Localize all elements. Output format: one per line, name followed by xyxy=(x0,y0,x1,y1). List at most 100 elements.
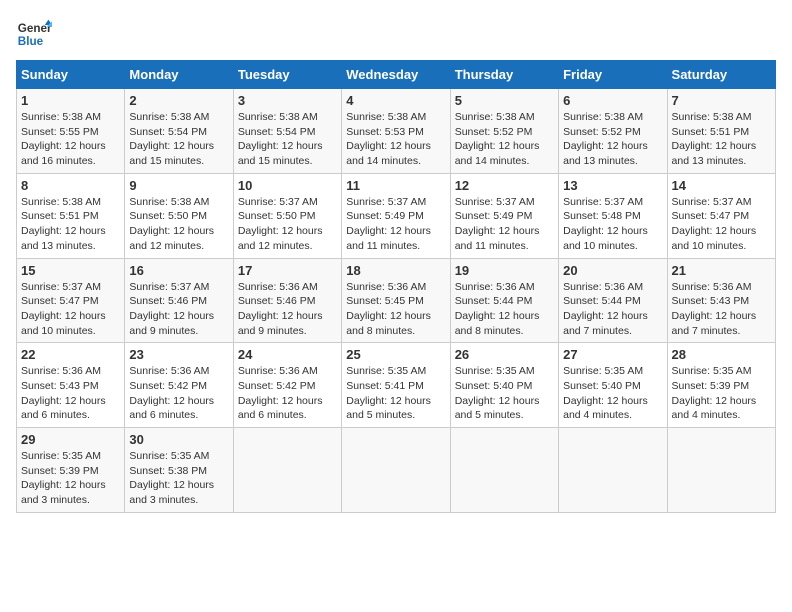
day-info: Sunrise: 5:38 AMSunset: 5:54 PMDaylight:… xyxy=(238,110,337,169)
day-number: 11 xyxy=(346,178,445,193)
calendar-day-cell: 12 Sunrise: 5:37 AMSunset: 5:49 PMDaylig… xyxy=(450,173,558,258)
day-number: 3 xyxy=(238,93,337,108)
calendar-day-cell: 9 Sunrise: 5:38 AMSunset: 5:50 PMDayligh… xyxy=(125,173,233,258)
header-monday: Monday xyxy=(125,61,233,89)
day-info: Sunrise: 5:38 AMSunset: 5:50 PMDaylight:… xyxy=(129,195,228,254)
page-header: General Blue xyxy=(16,16,776,52)
header-saturday: Saturday xyxy=(667,61,775,89)
calendar-header-row: SundayMondayTuesdayWednesdayThursdayFrid… xyxy=(17,61,776,89)
day-number: 8 xyxy=(21,178,120,193)
day-info: Sunrise: 5:37 AMSunset: 5:48 PMDaylight:… xyxy=(563,195,662,254)
day-info: Sunrise: 5:36 AMSunset: 5:46 PMDaylight:… xyxy=(238,280,337,339)
calendar-day-cell: 5 Sunrise: 5:38 AMSunset: 5:52 PMDayligh… xyxy=(450,89,558,174)
day-info: Sunrise: 5:36 AMSunset: 5:45 PMDaylight:… xyxy=(346,280,445,339)
day-number: 21 xyxy=(672,263,771,278)
day-info: Sunrise: 5:37 AMSunset: 5:47 PMDaylight:… xyxy=(21,280,120,339)
day-number: 14 xyxy=(672,178,771,193)
calendar-day-cell: 2 Sunrise: 5:38 AMSunset: 5:54 PMDayligh… xyxy=(125,89,233,174)
day-number: 5 xyxy=(455,93,554,108)
calendar-day-cell: 17 Sunrise: 5:36 AMSunset: 5:46 PMDaylig… xyxy=(233,258,341,343)
day-info: Sunrise: 5:36 AMSunset: 5:44 PMDaylight:… xyxy=(455,280,554,339)
calendar-day-cell xyxy=(342,428,450,513)
day-number: 6 xyxy=(563,93,662,108)
svg-text:Blue: Blue xyxy=(18,35,44,48)
day-number: 4 xyxy=(346,93,445,108)
day-number: 7 xyxy=(672,93,771,108)
day-number: 10 xyxy=(238,178,337,193)
day-number: 30 xyxy=(129,432,228,447)
day-number: 25 xyxy=(346,347,445,362)
day-number: 12 xyxy=(455,178,554,193)
day-info: Sunrise: 5:37 AMSunset: 5:47 PMDaylight:… xyxy=(672,195,771,254)
day-number: 26 xyxy=(455,347,554,362)
day-number: 9 xyxy=(129,178,228,193)
calendar-day-cell: 26 Sunrise: 5:35 AMSunset: 5:40 PMDaylig… xyxy=(450,343,558,428)
calendar-week-row: 29 Sunrise: 5:35 AMSunset: 5:39 PMDaylig… xyxy=(17,428,776,513)
day-info: Sunrise: 5:36 AMSunset: 5:43 PMDaylight:… xyxy=(21,364,120,423)
calendar-day-cell: 7 Sunrise: 5:38 AMSunset: 5:51 PMDayligh… xyxy=(667,89,775,174)
day-info: Sunrise: 5:38 AMSunset: 5:54 PMDaylight:… xyxy=(129,110,228,169)
day-number: 17 xyxy=(238,263,337,278)
day-number: 18 xyxy=(346,263,445,278)
calendar-week-row: 8 Sunrise: 5:38 AMSunset: 5:51 PMDayligh… xyxy=(17,173,776,258)
day-info: Sunrise: 5:38 AMSunset: 5:51 PMDaylight:… xyxy=(21,195,120,254)
header-thursday: Thursday xyxy=(450,61,558,89)
day-info: Sunrise: 5:35 AMSunset: 5:40 PMDaylight:… xyxy=(455,364,554,423)
day-number: 2 xyxy=(129,93,228,108)
calendar-day-cell xyxy=(450,428,558,513)
day-number: 19 xyxy=(455,263,554,278)
calendar-day-cell: 19 Sunrise: 5:36 AMSunset: 5:44 PMDaylig… xyxy=(450,258,558,343)
day-number: 20 xyxy=(563,263,662,278)
logo: General Blue xyxy=(16,16,52,52)
calendar-day-cell: 3 Sunrise: 5:38 AMSunset: 5:54 PMDayligh… xyxy=(233,89,341,174)
calendar-day-cell: 29 Sunrise: 5:35 AMSunset: 5:39 PMDaylig… xyxy=(17,428,125,513)
calendar-day-cell: 16 Sunrise: 5:37 AMSunset: 5:46 PMDaylig… xyxy=(125,258,233,343)
day-number: 28 xyxy=(672,347,771,362)
calendar-day-cell: 20 Sunrise: 5:36 AMSunset: 5:44 PMDaylig… xyxy=(559,258,667,343)
day-number: 27 xyxy=(563,347,662,362)
calendar-week-row: 15 Sunrise: 5:37 AMSunset: 5:47 PMDaylig… xyxy=(17,258,776,343)
calendar-day-cell: 23 Sunrise: 5:36 AMSunset: 5:42 PMDaylig… xyxy=(125,343,233,428)
day-number: 1 xyxy=(21,93,120,108)
day-info: Sunrise: 5:35 AMSunset: 5:38 PMDaylight:… xyxy=(129,449,228,508)
header-wednesday: Wednesday xyxy=(342,61,450,89)
calendar-day-cell: 10 Sunrise: 5:37 AMSunset: 5:50 PMDaylig… xyxy=(233,173,341,258)
calendar-day-cell: 11 Sunrise: 5:37 AMSunset: 5:49 PMDaylig… xyxy=(342,173,450,258)
day-info: Sunrise: 5:37 AMSunset: 5:50 PMDaylight:… xyxy=(238,195,337,254)
header-tuesday: Tuesday xyxy=(233,61,341,89)
calendar-day-cell xyxy=(667,428,775,513)
calendar-day-cell: 30 Sunrise: 5:35 AMSunset: 5:38 PMDaylig… xyxy=(125,428,233,513)
day-number: 22 xyxy=(21,347,120,362)
day-info: Sunrise: 5:35 AMSunset: 5:39 PMDaylight:… xyxy=(672,364,771,423)
day-number: 24 xyxy=(238,347,337,362)
calendar-day-cell xyxy=(233,428,341,513)
calendar-day-cell: 6 Sunrise: 5:38 AMSunset: 5:52 PMDayligh… xyxy=(559,89,667,174)
day-info: Sunrise: 5:35 AMSunset: 5:39 PMDaylight:… xyxy=(21,449,120,508)
day-info: Sunrise: 5:38 AMSunset: 5:52 PMDaylight:… xyxy=(455,110,554,169)
calendar-day-cell: 1 Sunrise: 5:38 AMSunset: 5:55 PMDayligh… xyxy=(17,89,125,174)
calendar-day-cell: 28 Sunrise: 5:35 AMSunset: 5:39 PMDaylig… xyxy=(667,343,775,428)
day-info: Sunrise: 5:35 AMSunset: 5:41 PMDaylight:… xyxy=(346,364,445,423)
calendar-day-cell: 4 Sunrise: 5:38 AMSunset: 5:53 PMDayligh… xyxy=(342,89,450,174)
logo-icon: General Blue xyxy=(16,16,52,52)
calendar-day-cell: 22 Sunrise: 5:36 AMSunset: 5:43 PMDaylig… xyxy=(17,343,125,428)
day-number: 23 xyxy=(129,347,228,362)
calendar-day-cell: 15 Sunrise: 5:37 AMSunset: 5:47 PMDaylig… xyxy=(17,258,125,343)
calendar-day-cell: 24 Sunrise: 5:36 AMSunset: 5:42 PMDaylig… xyxy=(233,343,341,428)
calendar-day-cell: 27 Sunrise: 5:35 AMSunset: 5:40 PMDaylig… xyxy=(559,343,667,428)
calendar-week-row: 1 Sunrise: 5:38 AMSunset: 5:55 PMDayligh… xyxy=(17,89,776,174)
day-info: Sunrise: 5:38 AMSunset: 5:53 PMDaylight:… xyxy=(346,110,445,169)
calendar-day-cell: 25 Sunrise: 5:35 AMSunset: 5:41 PMDaylig… xyxy=(342,343,450,428)
day-number: 29 xyxy=(21,432,120,447)
calendar-day-cell: 18 Sunrise: 5:36 AMSunset: 5:45 PMDaylig… xyxy=(342,258,450,343)
day-info: Sunrise: 5:37 AMSunset: 5:49 PMDaylight:… xyxy=(346,195,445,254)
day-info: Sunrise: 5:35 AMSunset: 5:40 PMDaylight:… xyxy=(563,364,662,423)
calendar-day-cell: 13 Sunrise: 5:37 AMSunset: 5:48 PMDaylig… xyxy=(559,173,667,258)
header-sunday: Sunday xyxy=(17,61,125,89)
day-number: 16 xyxy=(129,263,228,278)
day-info: Sunrise: 5:36 AMSunset: 5:42 PMDaylight:… xyxy=(129,364,228,423)
day-info: Sunrise: 5:36 AMSunset: 5:42 PMDaylight:… xyxy=(238,364,337,423)
day-number: 13 xyxy=(563,178,662,193)
day-info: Sunrise: 5:36 AMSunset: 5:44 PMDaylight:… xyxy=(563,280,662,339)
calendar-day-cell xyxy=(559,428,667,513)
